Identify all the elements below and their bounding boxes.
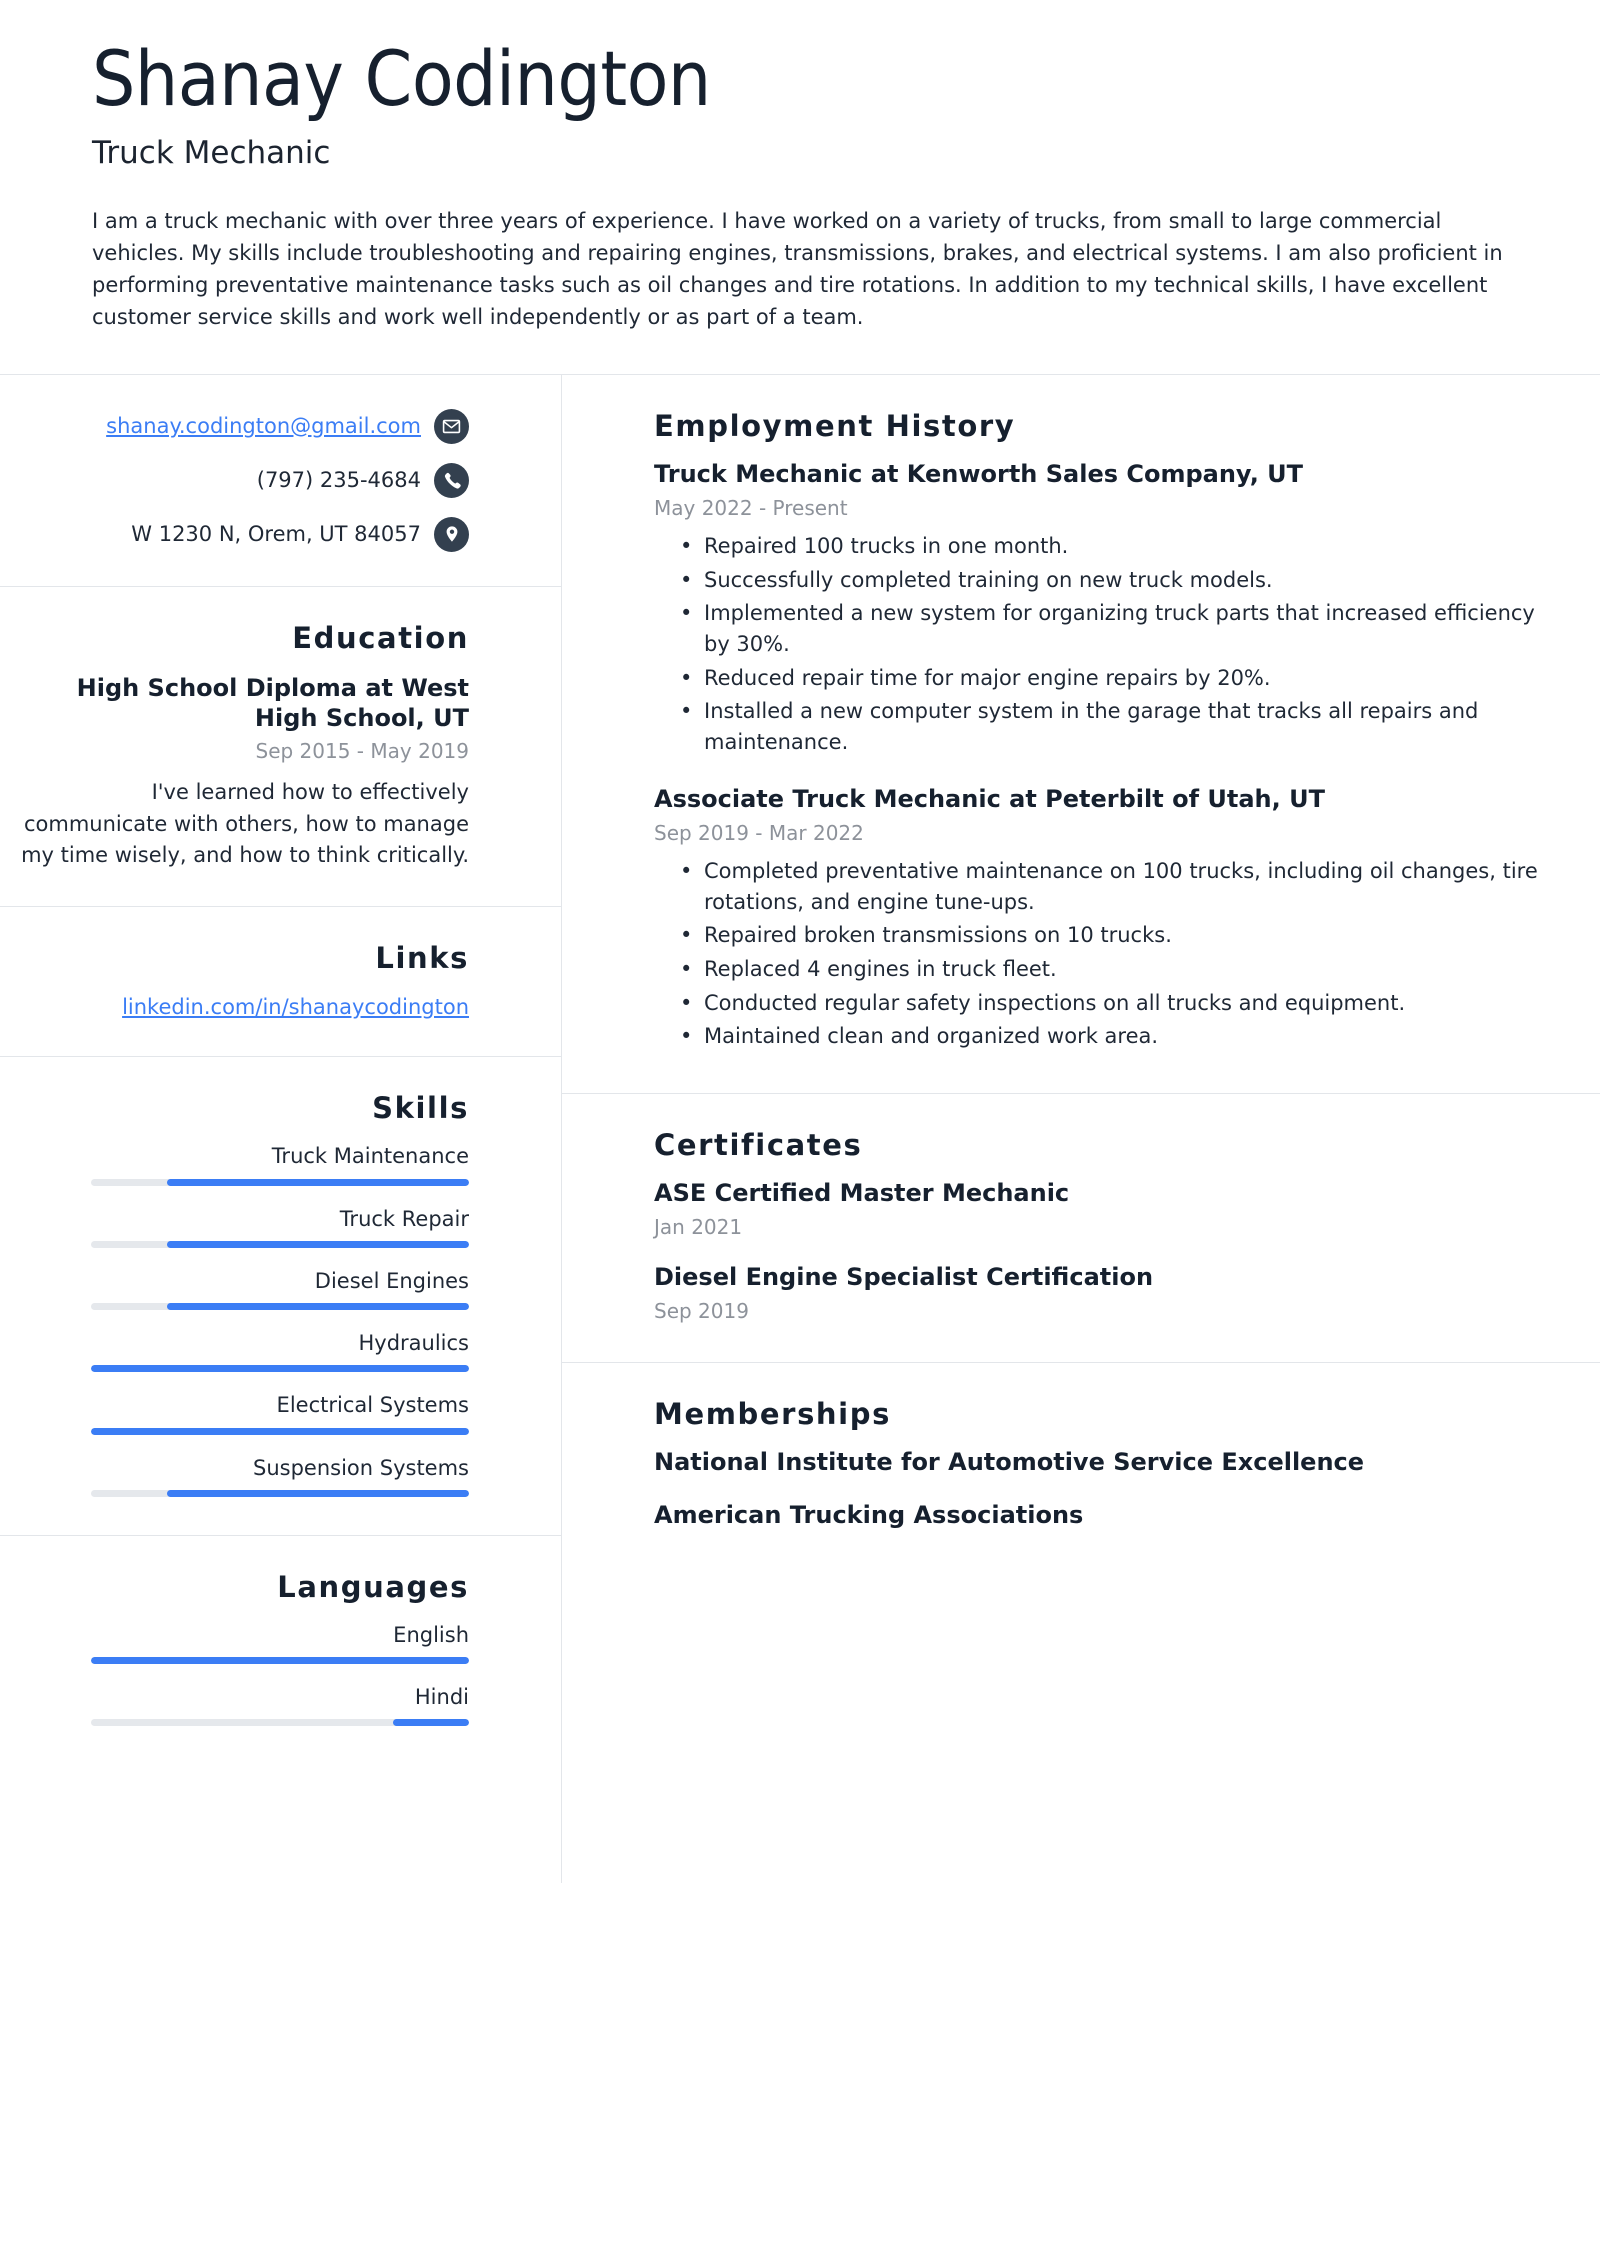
skill-bar-fill — [166, 1489, 469, 1497]
skill-item: Hydraulics — [12, 1330, 469, 1373]
employment-entry: Truck Mechanic at Kenworth Sales Company… — [654, 459, 1560, 758]
contact-row-address[interactable]: W 1230 N, Orem, UT 84057 — [12, 516, 469, 552]
phone-icon — [434, 462, 469, 498]
languages-heading: Languages — [277, 1569, 469, 1604]
certificate-entry: Diesel Engine Specialist Certification S… — [654, 1262, 1560, 1324]
bullet-item: Implemented a new system for organizing … — [680, 598, 1560, 659]
certificate-title: ASE Certified Master Mechanic — [654, 1178, 1070, 1207]
skills-block: Skills Truck Maintenance Truck Repair Di… — [0, 1057, 561, 1536]
map-pin-icon — [434, 516, 469, 552]
skill-bar-fill — [91, 1365, 469, 1373]
skill-bar-track — [91, 1303, 469, 1311]
main-column: Employment History Truck Mechanic at Ken… — [562, 375, 1600, 1883]
memberships-heading: Memberships — [654, 1397, 891, 1432]
employment-title: Associate Truck Mechanic at Peterbilt of… — [654, 784, 1325, 813]
email-value[interactable]: shanay.codington@gmail.com — [106, 413, 421, 440]
skill-bar-track — [91, 1240, 469, 1248]
language-bar-track — [91, 1657, 469, 1665]
bullet-item: Completed preventative maintenance on 10… — [680, 856, 1560, 917]
certificate-date: Jan 2021 — [654, 1215, 743, 1240]
skill-bar-fill — [166, 1240, 469, 1248]
skill-bar-fill — [166, 1303, 469, 1311]
skill-label: Truck Maintenance — [271, 1144, 469, 1169]
phone-value: (797) 235-4684 — [256, 467, 421, 492]
skill-bar-track — [91, 1178, 469, 1186]
bullet-item: Conducted regular safety inspections on … — [680, 988, 1560, 1019]
skill-label: Electrical Systems — [276, 1393, 469, 1418]
languages-block: Languages English Hindi — [0, 1536, 561, 1765]
skill-item: Suspension Systems — [12, 1455, 469, 1497]
envelope-icon — [434, 408, 469, 444]
language-bar-fill — [91, 1657, 469, 1665]
bullet-item: Replaced 4 engines in truck fleet. — [680, 954, 1560, 985]
language-label: English — [393, 1622, 469, 1647]
sidebar: shanay.codington@gmail.com (797) 235-468… — [0, 374, 562, 1884]
employment-bullets: Completed preventative maintenance on 10… — [654, 856, 1560, 1052]
employment-title: Truck Mechanic at Kenworth Sales Company… — [654, 459, 1304, 488]
bullet-item: Maintained clean and organized work area… — [680, 1021, 1560, 1052]
language-item: English — [12, 1622, 469, 1665]
bullet-item: Repaired broken transmissions on 10 truc… — [680, 920, 1560, 951]
certificates-block: Certificates ASE Certified Master Mechan… — [562, 1094, 1600, 1364]
resume-header: Shanay Codington Truck Mechanic I am a t… — [0, 0, 1600, 374]
education-entry: High School Diploma at West High School,… — [12, 673, 469, 872]
bullet-item: Successfully completed training on new t… — [680, 565, 1560, 596]
contact-block: shanay.codington@gmail.com (797) 235-468… — [0, 375, 561, 587]
language-bar-track — [91, 1719, 469, 1727]
bullet-item: Repaired 100 trucks in one month. — [680, 531, 1560, 562]
contact-row-phone[interactable]: (797) 235-4684 — [12, 462, 469, 498]
language-item: Hindi — [12, 1684, 469, 1727]
address-value: W 1230 N, Orem, UT 84057 — [131, 521, 421, 546]
employment-block: Employment History Truck Mechanic at Ken… — [562, 375, 1600, 1094]
resume-body: shanay.codington@gmail.com (797) 235-468… — [0, 374, 1600, 1884]
skill-bar-track — [91, 1365, 469, 1373]
employment-date: May 2022 - Present — [654, 496, 848, 521]
contact-row-email[interactable]: shanay.codington@gmail.com — [12, 408, 469, 444]
skill-label: Suspension Systems — [253, 1455, 469, 1480]
education-title: High School Diploma at West High School,… — [76, 673, 469, 733]
education-heading: Education — [292, 620, 469, 655]
bullet-item: Installed a new computer system in the g… — [680, 696, 1560, 757]
resume-page: Shanay Codington Truck Mechanic I am a t… — [0, 0, 1600, 2261]
skill-item: Truck Maintenance — [12, 1143, 469, 1186]
page-title: Shanay Codington — [92, 34, 711, 123]
skill-bar-fill — [166, 1178, 469, 1186]
skill-item: Truck Repair — [12, 1206, 469, 1248]
job-title-subtitle: Truck Mechanic — [92, 135, 331, 172]
employment-date: Sep 2019 - Mar 2022 — [654, 820, 864, 845]
education-description: I've learned how to effectively communic… — [21, 780, 469, 868]
skill-item: Electrical Systems — [12, 1392, 469, 1435]
professional-summary: I am a truck mechanic with over three ye… — [92, 209, 1503, 330]
skills-heading: Skills — [372, 1091, 469, 1126]
membership-item: National Institute for Automotive Servic… — [654, 1448, 1365, 1477]
language-bar-fill — [393, 1719, 469, 1727]
skill-label: Diesel Engines — [314, 1268, 469, 1293]
bullet-item: Reduced repair time for major engine rep… — [680, 663, 1560, 694]
certificate-title: Diesel Engine Specialist Certification — [654, 1263, 1154, 1292]
skill-label: Truck Repair — [339, 1206, 469, 1231]
employment-heading: Employment History — [654, 408, 1016, 443]
skill-bar-track — [91, 1489, 469, 1497]
education-block: Education High School Diploma at West Hi… — [0, 587, 561, 907]
skill-bar-track — [91, 1427, 469, 1435]
certificate-date: Sep 2019 — [654, 1299, 749, 1324]
links-block: Links linkedin.com/in/shanaycodington — [0, 907, 561, 1058]
language-label: Hindi — [414, 1685, 469, 1710]
employment-entry: Associate Truck Mechanic at Peterbilt of… — [654, 784, 1560, 1052]
certificates-heading: Certificates — [654, 1127, 863, 1162]
certificate-entry: ASE Certified Master Mechanic Jan 2021 — [654, 1178, 1560, 1240]
membership-item: American Trucking Associations — [654, 1501, 1084, 1530]
skill-item: Diesel Engines — [12, 1268, 469, 1311]
skill-bar-fill — [91, 1427, 469, 1435]
memberships-block: Memberships National Institute for Autom… — [562, 1363, 1600, 1883]
skill-label: Hydraulics — [358, 1331, 469, 1356]
employment-bullets: Repaired 100 trucks in one month. Succes… — [654, 531, 1560, 758]
link-item[interactable]: linkedin.com/in/shanaycodington — [12, 993, 469, 1022]
links-heading: Links — [375, 940, 469, 975]
education-date: Sep 2015 - May 2019 — [255, 739, 470, 764]
